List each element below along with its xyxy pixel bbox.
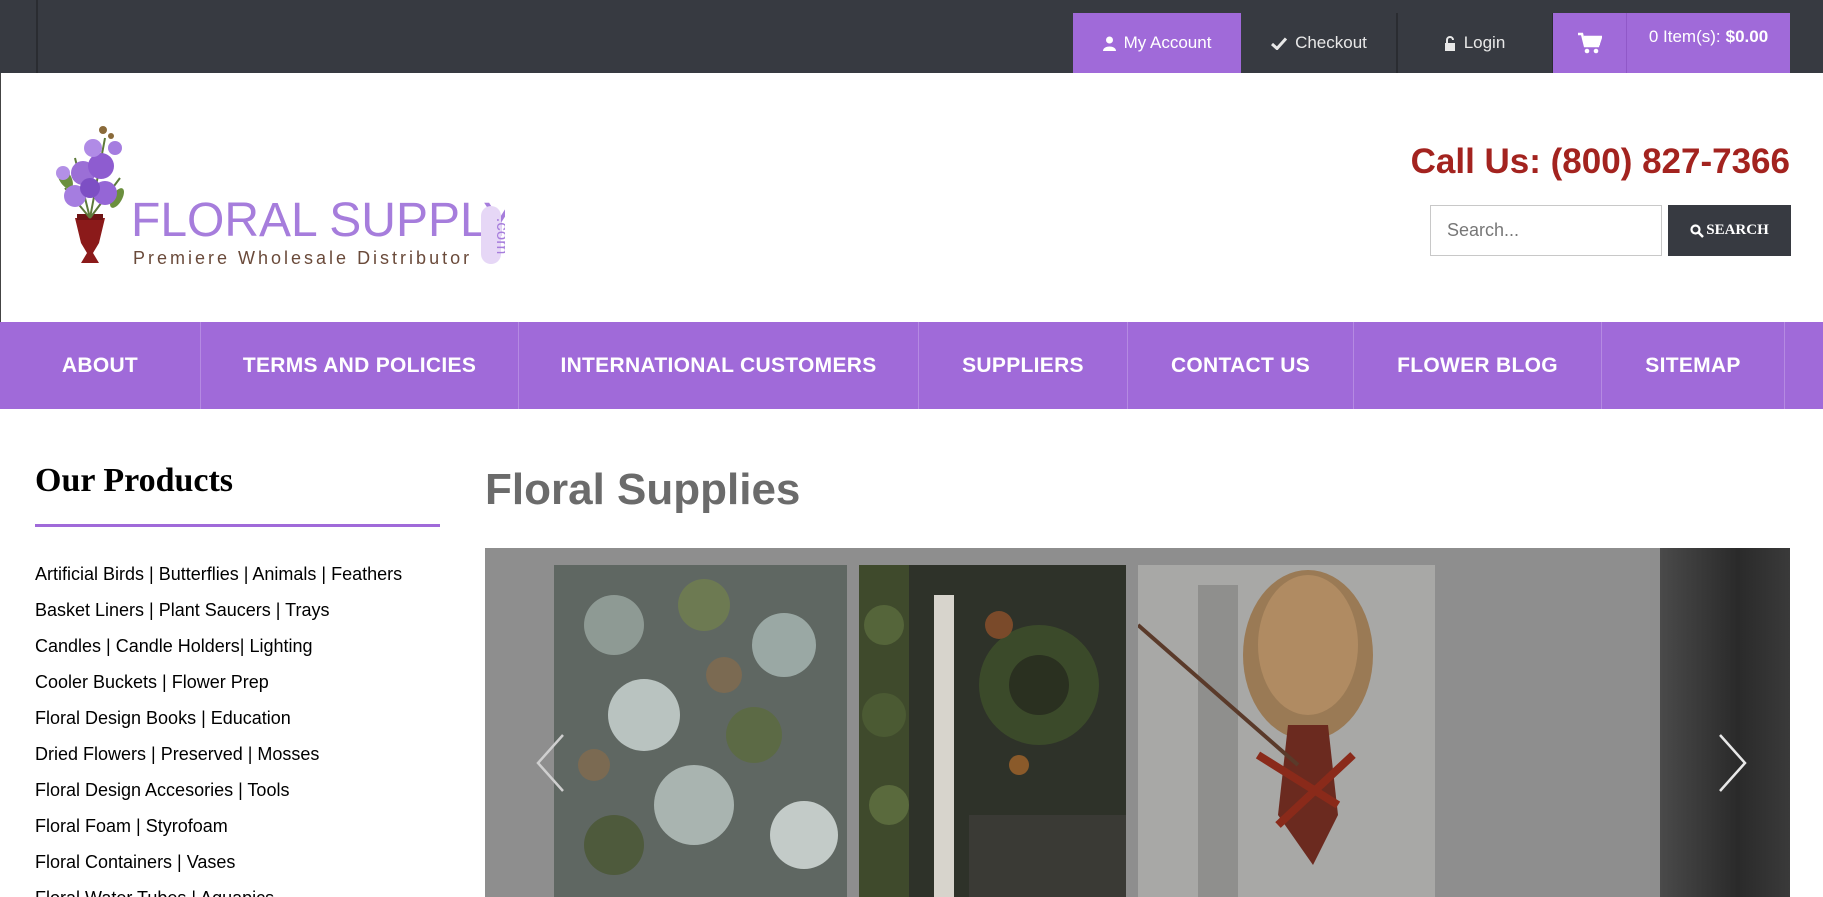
carousel-next-slide-preview: [1660, 548, 1790, 897]
main-nav: ABOUT TERMS AND POLICIES INTERNATIONAL C…: [0, 322, 1823, 409]
category-link[interactable]: Floral Design Books | Education: [35, 706, 402, 742]
nav-item-about[interactable]: ABOUT: [0, 322, 201, 409]
cart-summary: 0 Item(s): $0.00: [1627, 13, 1790, 73]
cart-button[interactable]: 0 Item(s): $0.00: [1553, 13, 1790, 73]
sidebar-title: Our Products: [35, 462, 234, 499]
category-link[interactable]: Floral Containers | Vases: [35, 850, 402, 886]
category-link[interactable]: Dried Flowers | Preserved | Mosses: [35, 742, 402, 778]
my-account-link[interactable]: My Account: [1073, 13, 1241, 73]
login-label: Login: [1463, 33, 1506, 52]
carousel-prev-arrow[interactable]: [535, 733, 565, 793]
category-link[interactable]: Floral Foam | Styrofoam: [35, 814, 402, 850]
category-link[interactable]: Floral Water Tubes | Aquapics: [35, 886, 402, 897]
svg-text:FLORAL SUPPLY: FLORAL SUPPLY: [131, 194, 505, 247]
page-title: Floral Supplies: [485, 465, 801, 514]
cart-total: $0.00: [1725, 27, 1769, 46]
category-link[interactable]: Floral Design Accesories | Tools: [35, 778, 402, 814]
checkout-label: Checkout: [1295, 33, 1367, 52]
nav-item-sitemap[interactable]: SITEMAP: [1602, 322, 1785, 409]
sidebar-divider: [35, 524, 440, 527]
hero-carousel[interactable]: [485, 548, 1790, 897]
category-link[interactable]: Cooler Buckets | Flower Prep: [35, 670, 402, 706]
category-link[interactable]: Artificial Birds | Butterflies | Animals…: [35, 562, 402, 598]
product-category-list: Artificial Birds | Butterflies | Animals…: [35, 562, 402, 897]
search-button-label: SEARCH: [1706, 222, 1769, 238]
top-bar: My Account Checkout Login 0 Item(s): $0.…: [0, 0, 1823, 73]
nav-item-blog[interactable]: FLOWER BLOG: [1354, 322, 1602, 409]
svg-text:.com: .com: [493, 218, 505, 255]
carousel-next-arrow[interactable]: [1718, 733, 1748, 793]
svg-text:Premiere Wholesale Distributor: Premiere Wholesale Distributor: [133, 248, 472, 268]
category-link[interactable]: Candles | Candle Holders| Lighting: [35, 634, 402, 670]
search-icon: [1690, 223, 1705, 238]
cart-icon: [1553, 13, 1627, 73]
carousel-image-dried-bouquet: [1138, 565, 1435, 897]
user-icon: [1102, 36, 1116, 51]
nav-item-terms[interactable]: TERMS AND POLICIES: [201, 322, 519, 409]
search-button[interactable]: SEARCH: [1668, 205, 1791, 256]
search-input[interactable]: [1430, 205, 1662, 256]
login-link[interactable]: Login: [1397, 13, 1552, 73]
nav-item-international[interactable]: INTERNATIONAL CUSTOMERS: [519, 322, 919, 409]
logo-image: FLORAL SUPPLY Premiere Wholesale Distrib…: [56, 126, 515, 268]
cart-count: 0 Item(s):: [1648, 27, 1721, 46]
nav-item-suppliers[interactable]: SUPPLIERS: [919, 322, 1128, 409]
lock-icon: [1444, 35, 1456, 51]
carousel-image-wreath: [554, 565, 847, 897]
site-header: FLORAL SUPPLY Premiere Wholesale Distrib…: [0, 73, 1823, 322]
site-logo[interactable]: FLORAL SUPPLY Premiere Wholesale Distrib…: [35, 118, 515, 278]
top-bar-divider: [36, 0, 38, 73]
carousel-image-storefront: [859, 565, 1126, 897]
nav-item-contact[interactable]: CONTACT US: [1128, 322, 1354, 409]
call-us-phone: Call Us: (800) 827-7366: [1410, 142, 1790, 181]
check-icon: [1271, 36, 1288, 50]
category-link[interactable]: Basket Liners | Plant Saucers | Trays: [35, 598, 402, 634]
checkout-link[interactable]: Checkout: [1242, 13, 1396, 73]
my-account-label: My Account: [1123, 33, 1212, 52]
